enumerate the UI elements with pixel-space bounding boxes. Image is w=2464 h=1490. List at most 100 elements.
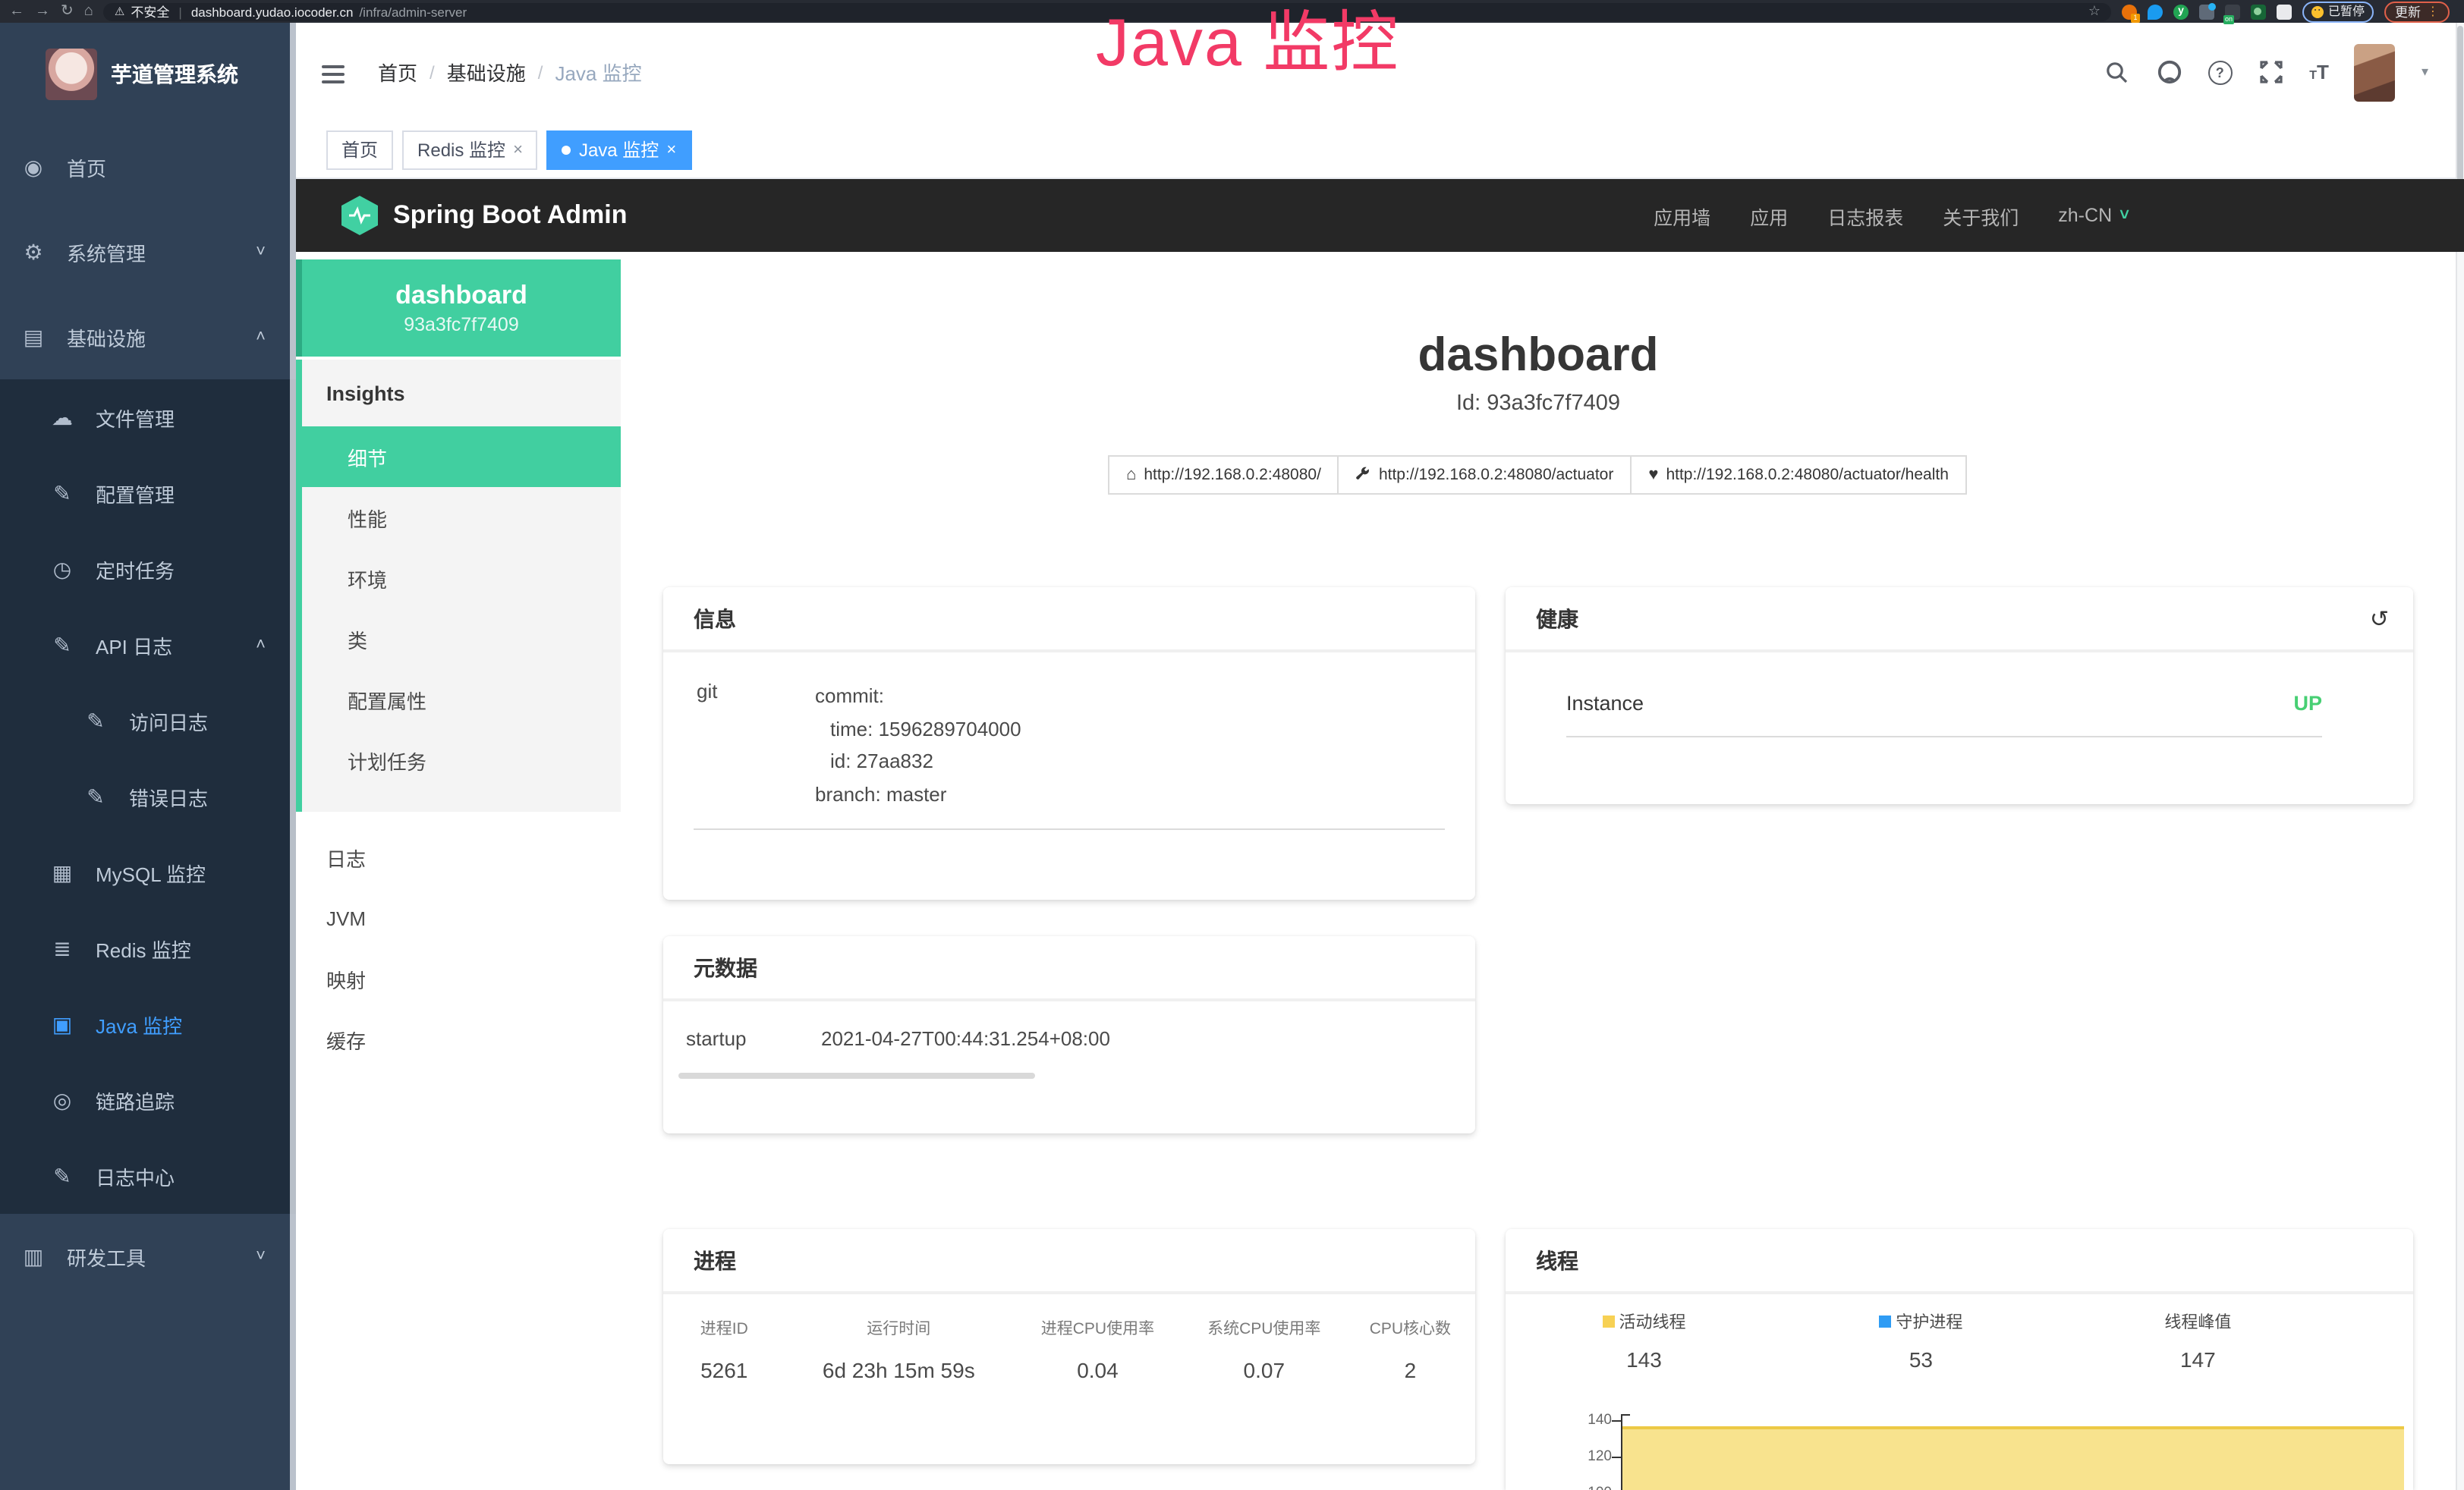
language-label: zh-CN <box>2058 205 2112 226</box>
breadcrumb-home[interactable]: 首页 <box>378 58 417 86</box>
menu-item-caches[interactable]: 缓存 <box>296 1009 621 1070</box>
health-url-link[interactable]: ♥ http://192.168.0.2:48080/actuator/heal… <box>1630 455 1967 495</box>
security-label[interactable]: 不安全 <box>131 2 169 20</box>
blue-legend-swatch <box>1879 1316 1891 1328</box>
sidebar-item-scheduled-jobs[interactable]: ◷ 定时任务 <box>0 531 296 607</box>
app-logo[interactable]: 芋道管理系统 <box>0 23 296 124</box>
person-extension-icon[interactable] <box>2251 4 2266 19</box>
history-icon[interactable]: ↺ <box>2370 605 2389 632</box>
sidebar-item-tracing[interactable]: ◎ 链路追踪 <box>0 1062 296 1138</box>
sidebar-item-log-center[interactable]: ✎ 日志中心 <box>0 1138 296 1214</box>
close-icon[interactable]: × <box>666 140 676 159</box>
card-title: 进程 <box>694 1245 736 1275</box>
menu-item-details[interactable]: 细节 <box>296 426 621 487</box>
menu-item-logs[interactable]: 日志 <box>296 827 621 888</box>
sidebar-item-files[interactable]: ☁ 文件管理 <box>0 379 296 455</box>
menu-item-classes[interactable]: 类 <box>302 608 621 669</box>
health-instance-row[interactable]: Instance UP <box>1506 652 2413 715</box>
health-card: 健康 ↺ Instance UP <box>1506 587 2413 804</box>
git-commit-line: commit: <box>815 680 1021 712</box>
menu-item-scheduled-tasks[interactable]: 计划任务 <box>302 730 621 791</box>
menu-item-metrics[interactable]: 性能 <box>302 487 621 548</box>
menu-item-config-props[interactable]: 配置属性 <box>302 669 621 730</box>
sidebar-scrollbar[interactable] <box>290 23 296 1490</box>
github-icon[interactable] <box>2156 59 2182 85</box>
puzzle-extension-icon[interactable] <box>2277 4 2292 19</box>
sidebar-submenu: ☁ 文件管理 ✎ 配置管理 ◷ 定时任务 ✎ API 日志 ˄ ✎ 访问日志 ✎ <box>0 379 296 1214</box>
sidebar-item-api-logs[interactable]: ✎ API 日志 ˄ <box>0 607 296 683</box>
actuator-url-link[interactable]: http://192.168.0.2:48080/actuator <box>1338 455 1632 495</box>
cloud-icon: ☁ <box>50 404 74 430</box>
language-selector[interactable]: zh-CN ˅ <box>2058 205 2129 226</box>
chevron-up-icon: ˄ <box>256 636 266 654</box>
legend-item-peak: 线程峰值 147 <box>2060 1309 2337 1372</box>
log-icon: ✎ <box>50 1163 74 1189</box>
process-col-header: 进程CPU使用率 <box>1012 1317 1183 1340</box>
sidebar-item-access-log[interactable]: ✎ 访问日志 <box>0 683 296 759</box>
threads-card: 线程 活动线程 143 守护进程 53 线程峰值 147 140 120 100 <box>1506 1229 2413 1490</box>
browser-menu-dots-icon[interactable]: ⋮ <box>2427 5 2439 18</box>
sidebar-item-config[interactable]: ✎ 配置管理 <box>0 455 296 531</box>
fullscreen-icon[interactable] <box>2258 59 2283 85</box>
sidebar-item-home[interactable]: ◉ 首页 <box>0 124 296 209</box>
sidebar-item-label: 首页 <box>67 152 106 181</box>
instance-name: dashboard <box>395 281 527 311</box>
pin-extension-icon[interactable] <box>2148 4 2163 19</box>
paused-badge[interactable]: 已暂停 <box>2302 1 2374 22</box>
font-size-icon[interactable]: TT <box>2309 61 2329 83</box>
help-icon[interactable]: ? <box>2208 60 2232 84</box>
nav-applications[interactable]: 应用 <box>1750 201 1788 230</box>
chrome-update-button[interactable]: 更新 ⋮ <box>2384 1 2450 22</box>
metadata-card: 元数据 startup 2021-04-27T00:44:31.254+08:0… <box>663 936 1475 1133</box>
nav-journal[interactable]: 日志报表 <box>1827 201 1903 230</box>
url-path: /infra/admin-server <box>359 4 467 19</box>
user-avatar[interactable] <box>2355 43 2396 101</box>
metadata-card-header: 元数据 <box>663 936 1475 1001</box>
sba-brand[interactable]: Spring Boot Admin <box>341 196 628 235</box>
tab-redis-monitor[interactable]: Redis 监控 × <box>402 130 538 169</box>
forward-icon[interactable]: → <box>35 4 50 19</box>
status-badge: UP <box>2293 692 2322 715</box>
process-cpu-value: 0.04 <box>1012 1358 1183 1382</box>
sidebar-item-infrastructure[interactable]: ▤ 基础设施 ˄ <box>0 294 296 379</box>
reload-icon[interactable]: ↻ <box>61 4 74 19</box>
tab-home[interactable]: 首页 <box>326 130 393 169</box>
tab-java-monitor[interactable]: Java 监控 × <box>547 130 691 169</box>
menu-item-environment[interactable]: 环境 <box>302 548 621 608</box>
sidebar-item-system[interactable]: ⚙ 系统管理 ˅ <box>0 209 296 294</box>
monitor-icon: ▣ <box>50 1011 74 1037</box>
instance-header[interactable]: dashboard 93a3fc7f7409 <box>296 259 621 357</box>
menu-item-jvm[interactable]: JVM <box>296 888 621 948</box>
horizontal-scrollbar[interactable] <box>678 1073 1035 1079</box>
sidebar-item-mysql[interactable]: ▦ MySQL 监控 <box>0 835 296 910</box>
active-dot <box>562 145 571 154</box>
y-extension-icon[interactable]: y <box>2173 4 2189 19</box>
bookmark-star-icon[interactable]: ☆ <box>2088 3 2101 20</box>
link-url: http://192.168.0.2:48080/actuator <box>1379 466 1613 484</box>
switch-extension-icon[interactable]: on <box>2225 4 2240 19</box>
instance-id-line: Id: 93a3fc7f7409 <box>621 391 2456 416</box>
avatar-caret-icon[interactable]: ▾ <box>2422 64 2428 80</box>
sba-nav: 应用墙 应用 日志报表 关于我们 zh-CN ˅ <box>1654 201 2129 230</box>
sidebar-item-error-log[interactable]: ✎ 错误日志 <box>0 759 296 835</box>
sidebar-item-label: 错误日志 <box>129 782 208 811</box>
sidebar-item-devtools[interactable]: ▥ 研发工具 ˅ <box>0 1214 296 1299</box>
service-url-link[interactable]: ⌂ http://192.168.0.2:48080/ <box>1108 455 1339 495</box>
nav-applications-wall[interactable]: 应用墙 <box>1654 201 1710 230</box>
sba-logo-icon <box>341 196 378 235</box>
sidebar-item-java-monitor[interactable]: ▣ Java 监控 <box>0 986 296 1062</box>
nav-about[interactable]: 关于我们 <box>1943 201 2019 230</box>
grid-extension-icon[interactable] <box>2199 4 2214 19</box>
close-icon[interactable]: × <box>513 140 523 159</box>
breadcrumb-infrastructure[interactable]: 基础设施 <box>447 58 526 86</box>
sidebar-item-label: 系统管理 <box>67 237 146 266</box>
search-icon[interactable] <box>2104 59 2130 85</box>
sidebar-item-redis[interactable]: ≣ Redis 监控 <box>0 910 296 986</box>
extension-icon[interactable]: 1 <box>2122 4 2137 19</box>
log-icon: ✎ <box>83 784 108 809</box>
menu-item-mappings[interactable]: 映射 <box>296 948 621 1009</box>
hamburger-icon[interactable] <box>322 64 345 83</box>
browser-home-icon[interactable]: ⌂ <box>84 4 93 19</box>
legend-value: 143 <box>1626 1347 1662 1372</box>
back-icon[interactable]: ← <box>9 4 24 19</box>
